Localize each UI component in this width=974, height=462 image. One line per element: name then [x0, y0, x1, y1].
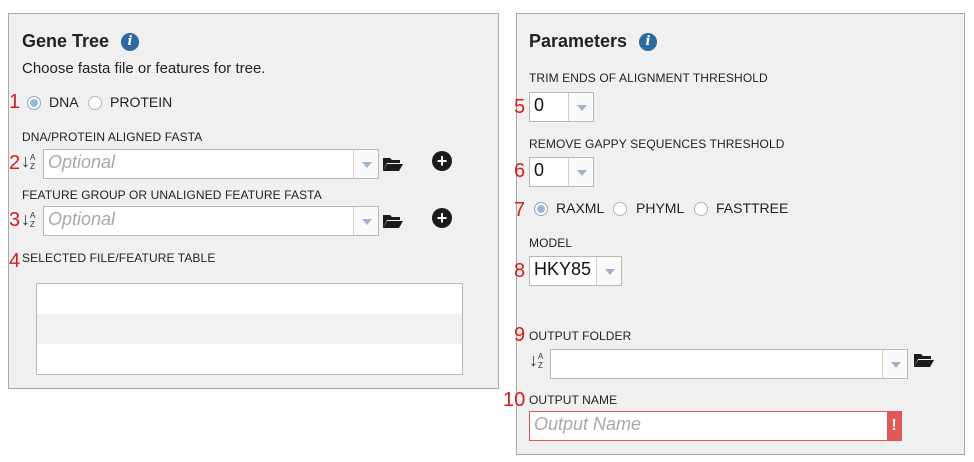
add-icon[interactable]: + — [432, 151, 452, 171]
sort-az-icon[interactable]: ↓ A Z — [529, 351, 549, 371]
parameters-panel: Parameters i TRIM ENDS OF ALIGNMENT THRE… — [516, 13, 965, 455]
parameters-title: Parameters — [529, 31, 628, 51]
gappy-combo[interactable]: 0 — [529, 157, 594, 187]
model-label: MODEL — [529, 236, 573, 250]
marker-7: 7 — [514, 199, 526, 221]
sort-az-icon[interactable]: ↓ A Z — [21, 152, 41, 172]
radio-phyml[interactable] — [613, 202, 627, 216]
feature-group-combo[interactable]: Optional — [43, 206, 379, 236]
chevron-down-icon[interactable] — [568, 158, 593, 186]
gappy-label: REMOVE GAPPY SEQUENCES THRESHOLD — [529, 137, 785, 151]
gene-tree-title: Gene Tree — [22, 31, 110, 51]
output-name-input[interactable]: Output Name ! — [529, 411, 902, 441]
aligned-fasta-placeholder: Optional — [48, 152, 116, 172]
feature-group-label: FEATURE GROUP OR UNALIGNED FEATURE FASTA — [22, 188, 322, 202]
marker-4: 4 — [9, 250, 21, 272]
radio-raxml[interactable] — [534, 202, 548, 216]
model-value: HKY85 — [534, 259, 592, 279]
marker-9: 9 — [514, 324, 526, 346]
output-folder-combo[interactable] — [550, 349, 908, 379]
marker-3: 3 — [9, 209, 21, 231]
radio-fasttree[interactable] — [694, 202, 708, 216]
radio-dna[interactable] — [27, 96, 41, 110]
model-combo[interactable]: HKY85 — [529, 256, 622, 286]
radio-protein-label: PROTEIN — [110, 94, 173, 110]
marker-8: 8 — [514, 260, 526, 282]
folder-icon[interactable] — [913, 352, 935, 368]
radio-fasttree-label: FASTTREE — [716, 200, 789, 216]
folder-icon[interactable] — [382, 213, 404, 229]
sort-az-icon[interactable]: ↓ A Z — [21, 210, 41, 230]
gene-tree-subtitle: Choose fasta file or features for tree. — [22, 60, 266, 77]
marker-2: 2 — [9, 152, 21, 174]
marker-5: 5 — [514, 96, 526, 118]
feature-group-placeholder: Optional — [48, 209, 116, 229]
chevron-down-icon[interactable] — [568, 93, 593, 121]
table-row[interactable] — [37, 314, 462, 344]
trim-ends-value: 0 — [534, 95, 545, 115]
table-row[interactable] — [37, 284, 462, 314]
gappy-value: 0 — [534, 160, 545, 180]
chevron-down-icon[interactable] — [882, 350, 907, 378]
chevron-down-icon[interactable] — [596, 257, 621, 285]
error-icon: ! — [887, 412, 901, 440]
info-icon[interactable]: i — [639, 33, 657, 51]
chevron-down-icon[interactable] — [353, 207, 378, 235]
add-icon[interactable]: + — [432, 208, 452, 228]
chevron-down-icon[interactable] — [353, 150, 378, 178]
radio-protein[interactable] — [88, 96, 102, 110]
table-row[interactable] — [37, 344, 462, 374]
marker-6: 6 — [514, 160, 526, 182]
marker-10: 10 — [503, 389, 526, 411]
radio-phyml-label: PHYML — [636, 200, 685, 216]
selected-file-table[interactable] — [36, 283, 463, 375]
output-folder-label: OUTPUT FOLDER — [529, 329, 632, 343]
output-name-placeholder: Output Name — [534, 414, 642, 434]
radio-dna-label: DNA — [49, 94, 79, 110]
output-name-label: OUTPUT NAME — [529, 393, 618, 407]
folder-icon[interactable] — [382, 156, 404, 172]
trim-ends-combo[interactable]: 0 — [529, 92, 594, 122]
gene-tree-panel: Gene Tree i Choose fasta file or feature… — [8, 13, 499, 389]
marker-1: 1 — [9, 91, 21, 113]
aligned-fasta-combo[interactable]: Optional — [43, 149, 379, 179]
table-label: SELECTED FILE/FEATURE TABLE — [22, 251, 216, 265]
info-icon[interactable]: i — [121, 33, 139, 51]
trim-ends-label: TRIM ENDS OF ALIGNMENT THRESHOLD — [529, 71, 768, 85]
aligned-fasta-label: DNA/PROTEIN ALIGNED FASTA — [22, 130, 203, 144]
radio-raxml-label: RAXML — [556, 200, 605, 216]
